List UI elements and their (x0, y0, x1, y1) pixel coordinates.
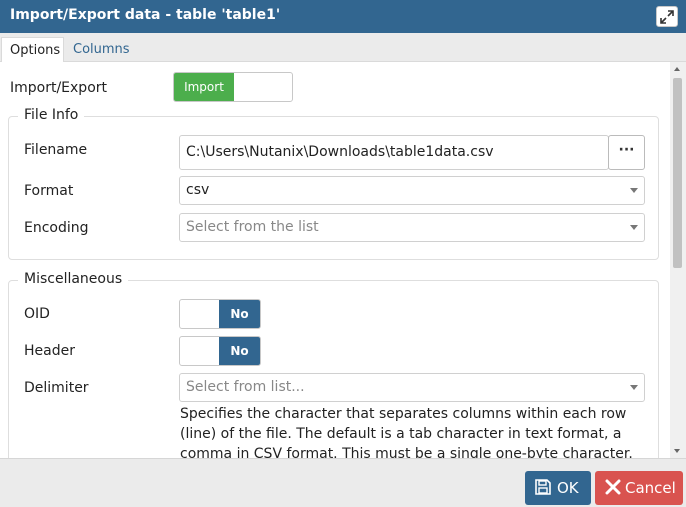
oid-toggle[interactable]: No (179, 299, 261, 329)
filename-input[interactable]: C:\Users\Nutanix\Downloads\table1data.cs… (179, 135, 609, 170)
delimiter-placeholder: Select from list... (186, 379, 305, 395)
oid-toggle-value: No (219, 300, 260, 328)
maximize-button[interactable] (656, 6, 678, 27)
import-export-toggle[interactable]: Import (173, 72, 293, 102)
header-toggle[interactable]: No (179, 336, 261, 366)
file-info-legend: File Info (18, 107, 85, 123)
encoding-placeholder: Select from the list (186, 219, 319, 235)
delimiter-label: Delimiter (24, 380, 89, 396)
miscellaneous-legend: Miscellaneous (18, 271, 129, 287)
format-select[interactable]: csv (179, 176, 645, 205)
dialog-title: Import/Export data - table 'table1' (10, 7, 281, 23)
cancel-button[interactable]: Cancel (595, 471, 683, 505)
tab-columns[interactable]: Columns (65, 37, 138, 62)
title-bar: Import/Export data - table 'table1' (0, 0, 686, 33)
import-export-label: Import/Export (10, 80, 108, 96)
options-panel: Import/Export Import File Info Filename … (0, 62, 670, 458)
chevron-down-icon (630, 225, 638, 230)
format-label: Format (24, 183, 74, 199)
scroll-up-icon[interactable] (674, 67, 680, 71)
browse-file-button[interactable]: ··· (608, 135, 645, 170)
chevron-down-icon (630, 188, 638, 193)
tab-options[interactable]: Options (1, 37, 64, 62)
header-label: Header (24, 343, 75, 359)
chevron-down-icon (630, 385, 638, 390)
dialog-footer: OK Cancel (0, 458, 686, 507)
format-value: csv (186, 182, 210, 198)
encoding-label: Encoding (24, 220, 89, 236)
delimiter-help-text: Specifies the character that separates c… (180, 406, 633, 458)
delimiter-select[interactable]: Select from list... (179, 373, 645, 402)
ok-label: OK (557, 479, 579, 497)
header-toggle-value: No (219, 337, 260, 365)
tab-bar: Options Columns (0, 33, 686, 62)
cancel-label: Cancel (625, 479, 676, 497)
import-export-dialog: Import/Export data - table 'table1' Opti… (0, 0, 686, 507)
save-icon (535, 479, 551, 495)
import-toggle-value: Import (174, 73, 234, 101)
filename-label: Filename (24, 142, 88, 158)
expand-arrows-icon (660, 10, 674, 24)
scroll-down-icon[interactable] (674, 449, 680, 453)
ok-button[interactable]: OK (525, 471, 591, 505)
oid-label: OID (24, 306, 50, 322)
vertical-scrollbar[interactable] (670, 62, 686, 458)
close-x-icon (605, 479, 621, 495)
encoding-select[interactable]: Select from the list (179, 213, 645, 242)
scrollbar-thumb[interactable] (673, 78, 682, 268)
